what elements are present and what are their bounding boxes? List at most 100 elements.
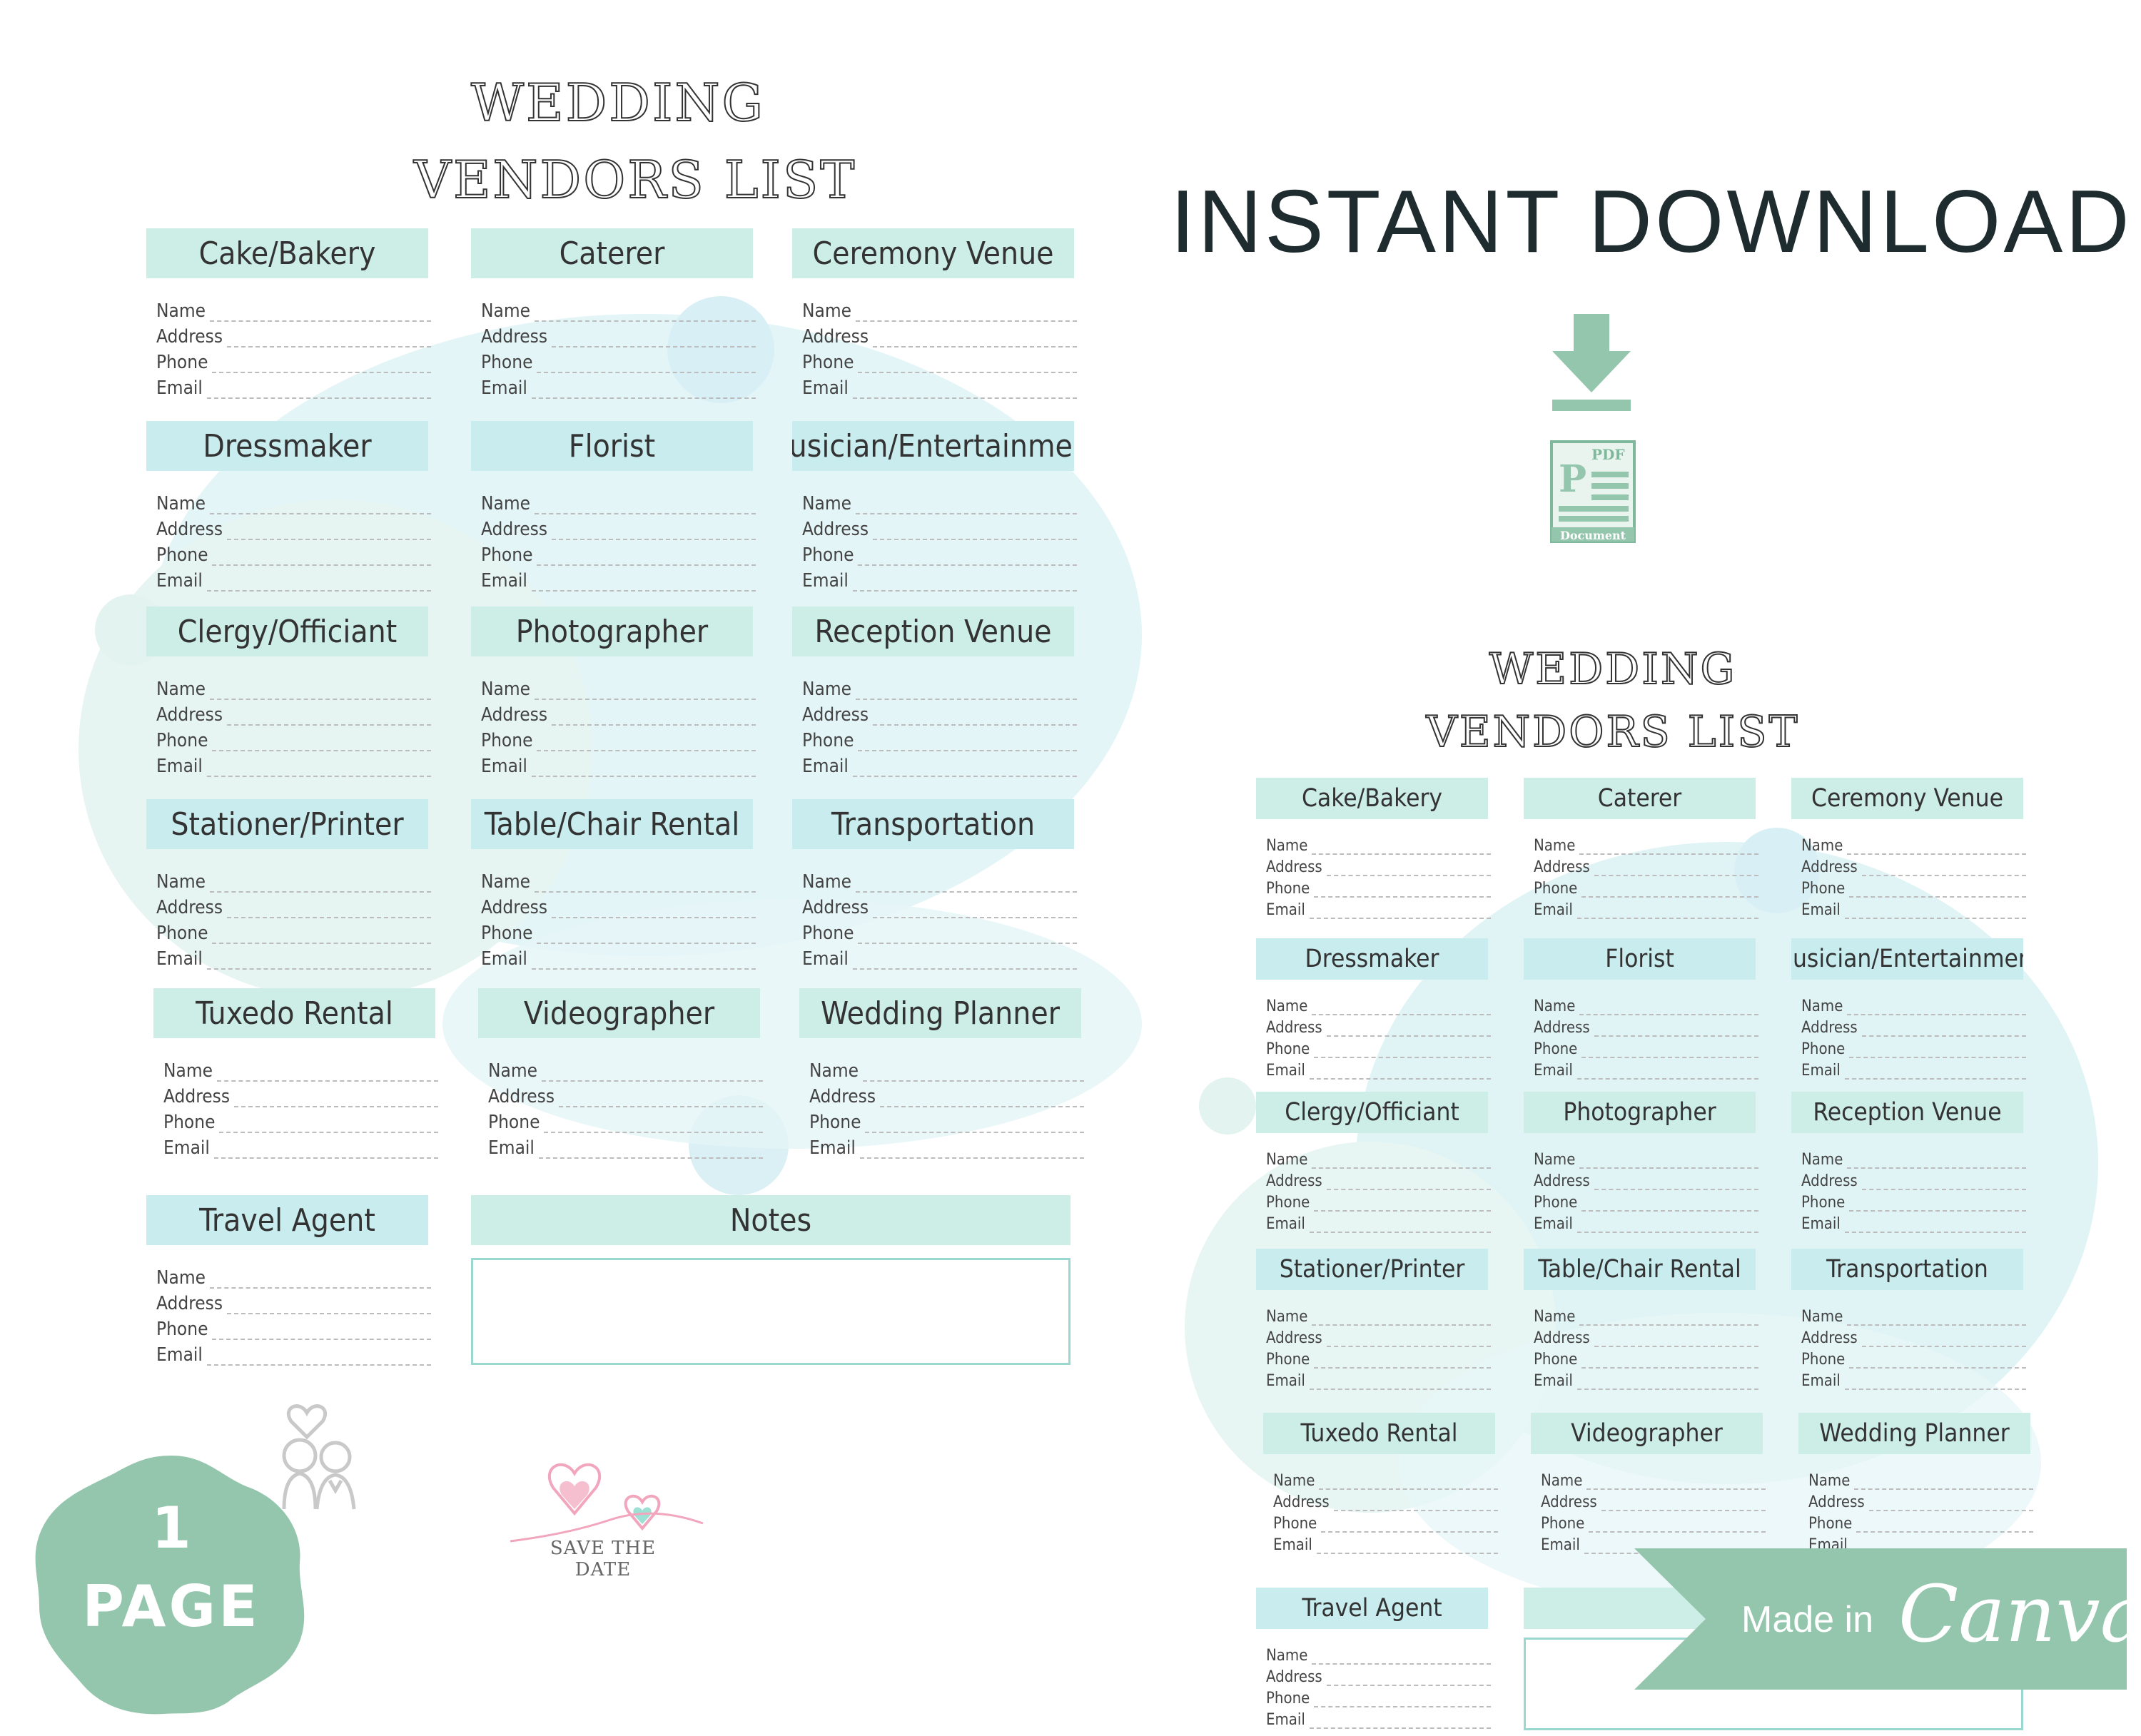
field-row-name[interactable]: Name [1808,1468,2033,1490]
field-line[interactable] [852,776,1077,777]
field-row-address[interactable]: Address [1534,1326,1758,1347]
field-row-address[interactable]: Address [802,514,1077,540]
field-row-email[interactable]: Email [1266,1707,1491,1729]
field-row-name[interactable]: Name [488,1056,763,1082]
field-row-phone[interactable]: Phone [802,918,1077,944]
field-line[interactable] [1309,1078,1491,1080]
field-row-phone[interactable]: Phone [1534,876,1758,898]
field-row-address[interactable]: Address [481,893,756,918]
field-row-name[interactable]: Name [481,296,756,322]
field-row-phone[interactable]: Phone [1808,1511,2033,1533]
field-row-email[interactable]: Email [156,373,431,399]
field-row-phone[interactable]: Phone [1266,1686,1491,1707]
field-row-name[interactable]: Name [156,489,431,514]
field-line[interactable] [206,776,431,777]
field-row-email[interactable]: Email [1534,1369,1758,1390]
field-row-email[interactable]: Email [802,566,1077,592]
field-row-phone[interactable]: Phone [1534,1037,1758,1058]
field-row-address[interactable]: Address [156,1289,431,1314]
field-row-name[interactable]: Name [1273,1468,1498,1490]
field-row-address[interactable]: Address [1801,855,2026,876]
field-row-email[interactable]: Email [1801,1369,2026,1390]
field-line[interactable] [1576,1078,1758,1080]
field-row-address[interactable]: Address [1541,1490,1766,1511]
field-row-name[interactable]: Name [481,489,756,514]
field-line[interactable] [1309,918,1491,919]
field-line[interactable] [206,590,431,592]
field-row-email[interactable]: Email [809,1133,1084,1159]
field-line[interactable] [531,968,756,970]
field-row-address[interactable]: Address [1801,1169,2026,1190]
field-row-address[interactable]: Address [1266,855,1491,876]
field-row-name[interactable]: Name [1266,1304,1491,1326]
field-row-address[interactable]: Address [163,1082,438,1107]
field-row-name[interactable]: Name [156,1263,431,1289]
field-row-phone[interactable]: Phone [1541,1511,1766,1533]
field-line[interactable] [206,397,431,399]
field-row-name[interactable]: Name [802,867,1077,893]
field-line[interactable] [531,397,756,399]
field-row-email[interactable]: Email [156,751,431,777]
field-row-phone[interactable]: Phone [1801,1190,2026,1212]
field-row-phone[interactable]: Phone [802,540,1077,566]
field-row-address[interactable]: Address [1808,1490,2033,1511]
field-row-address[interactable]: Address [1534,1169,1758,1190]
field-row-name[interactable]: Name [809,1056,1084,1082]
field-row-phone[interactable]: Phone [156,918,431,944]
field-line[interactable] [859,1157,1084,1159]
field-row-address[interactable]: Address [802,322,1077,347]
field-row-email[interactable]: Email [481,566,756,592]
field-row-phone[interactable]: Phone [1801,1037,2026,1058]
field-row-email[interactable]: Email [488,1133,763,1159]
field-row-phone[interactable]: Phone [156,540,431,566]
field-row-name[interactable]: Name [1534,833,1758,855]
field-row-email[interactable]: Email [802,373,1077,399]
field-row-email[interactable]: Email [481,944,756,970]
field-line[interactable] [206,1364,431,1366]
field-row-phone[interactable]: Phone [156,347,431,373]
field-row-email[interactable]: Email [1801,898,2026,919]
field-row-phone[interactable]: Phone [481,347,756,373]
field-row-name[interactable]: Name [481,867,756,893]
field-line[interactable] [1316,1553,1498,1554]
field-row-name[interactable]: Name [156,867,431,893]
field-row-email[interactable]: Email [156,944,431,970]
field-row-phone[interactable]: Phone [1534,1347,1758,1369]
field-row-name[interactable]: Name [1801,994,2026,1015]
field-row-email[interactable]: Email [481,751,756,777]
field-row-name[interactable]: Name [156,296,431,322]
field-row-name[interactable]: Name [1534,1304,1758,1326]
field-row-email[interactable]: Email [1801,1212,2026,1233]
field-row-email[interactable]: Email [156,566,431,592]
field-line[interactable] [1309,1727,1491,1729]
field-row-name[interactable]: Name [1266,1643,1491,1665]
field-row-address[interactable]: Address [1266,1169,1491,1190]
field-row-address[interactable]: Address [156,514,431,540]
field-row-email[interactable]: Email [802,944,1077,970]
field-row-phone[interactable]: Phone [1801,876,2026,898]
field-row-phone[interactable]: Phone [1801,1347,2026,1369]
field-row-phone[interactable]: Phone [481,540,756,566]
field-line[interactable] [1844,1078,2026,1080]
notes-textarea[interactable] [471,1258,1070,1365]
field-row-address[interactable]: Address [802,700,1077,726]
field-line[interactable] [531,776,756,777]
field-row-address[interactable]: Address [1266,1665,1491,1686]
field-row-address[interactable]: Address [1534,1015,1758,1037]
field-row-email[interactable]: Email [156,1340,431,1366]
field-row-email[interactable]: Email [1266,1212,1491,1233]
field-row-address[interactable]: Address [156,893,431,918]
field-row-phone[interactable]: Phone [802,726,1077,751]
field-line[interactable] [852,397,1077,399]
field-row-phone[interactable]: Phone [481,726,756,751]
field-line[interactable] [213,1157,438,1159]
field-row-phone[interactable]: Phone [163,1107,438,1133]
field-line[interactable] [206,968,431,970]
field-row-address[interactable]: Address [156,700,431,726]
field-line[interactable] [1309,1232,1491,1233]
field-row-name[interactable]: Name [156,674,431,700]
field-line[interactable] [852,968,1077,970]
field-row-phone[interactable]: Phone [156,726,431,751]
field-row-address[interactable]: Address [481,514,756,540]
field-row-address[interactable]: Address [1801,1015,2026,1037]
